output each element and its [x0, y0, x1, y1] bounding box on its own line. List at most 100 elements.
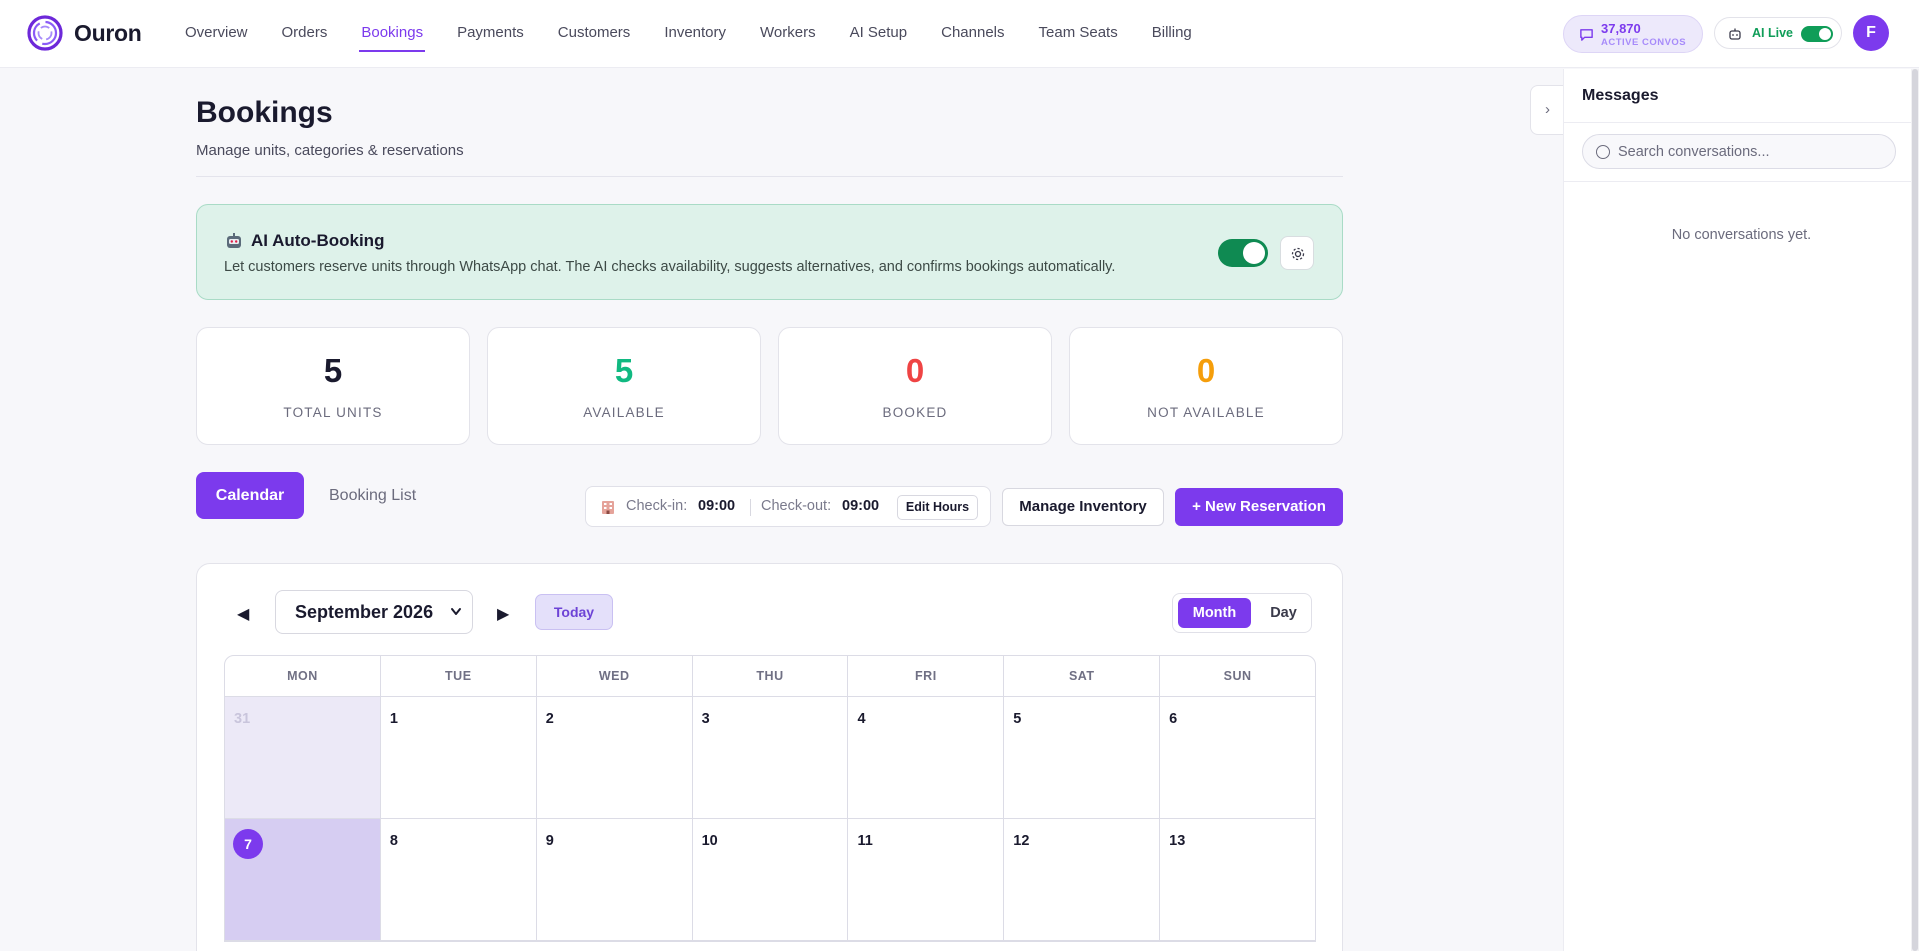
page-subtitle: Manage units, categories & reservations: [196, 142, 464, 159]
next-month-button[interactable]: ▶: [497, 604, 509, 624]
chat-bubble-icon: [1580, 29, 1593, 41]
calendar-day-outside-month[interactable]: 31: [225, 697, 381, 818]
calendar-day[interactable]: 12: [1004, 819, 1161, 940]
day-number: 6: [1169, 711, 1178, 727]
messages-title: Messages: [1582, 87, 1659, 104]
day-number: 5: [1013, 711, 1022, 727]
stat-not-available-label: NOT AVAILABLE: [1147, 405, 1265, 420]
stat-total-units-label: TOTAL UNITS: [283, 405, 383, 420]
app-name: Ouron: [74, 19, 142, 46]
ai-live-label: AI Live: [1752, 26, 1793, 40]
nav-orders[interactable]: Orders: [265, 0, 345, 68]
checkin-label: Check-in:: [626, 498, 688, 514]
new-reservation-button[interactable]: + New Reservation: [1175, 488, 1343, 526]
checkout-label: Check-out:: [761, 498, 832, 514]
active-convos-badge[interactable]: 37,870 ACTIVE CONVOS: [1563, 15, 1703, 53]
calendar-grid: MON TUE WED THU FRI SAT SUN 31 1 2 3 4 5…: [224, 655, 1316, 942]
calendar-day[interactable]: 6: [1160, 697, 1315, 818]
robot-face-icon: [227, 233, 241, 248]
calendar-day[interactable]: 5: [1004, 697, 1161, 818]
day-number: 3: [701, 711, 710, 727]
main-nav: Overview Orders Bookings Payments Custom…: [168, 0, 1209, 68]
day-number: 11: [857, 833, 873, 849]
ai-auto-booking-banner: AI Auto-Booking Let customers reserve un…: [196, 204, 1343, 300]
day-number: 4: [857, 711, 866, 727]
calendar-day[interactable]: 4: [848, 697, 1005, 818]
ouron-logo-icon: [27, 15, 63, 51]
active-convos-label: ACTIVE CONVOS: [1601, 37, 1687, 48]
nav-ai-setup[interactable]: AI Setup: [833, 0, 925, 68]
today-button[interactable]: Today: [535, 594, 613, 630]
tab-booking-list[interactable]: Booking List: [329, 472, 416, 519]
day-number: 12: [1013, 833, 1030, 849]
hotel-icon: [602, 501, 614, 514]
messages-divider: [1564, 122, 1919, 123]
ai-live-toggle[interactable]: [1801, 26, 1833, 42]
stat-total-units: 5 TOTAL UNITS: [196, 327, 470, 445]
weekday-header: MON: [225, 656, 381, 696]
calendar-day[interactable]: 1: [381, 697, 537, 818]
edit-hours-button[interactable]: Edit Hours: [897, 495, 978, 520]
app-logo[interactable]: Ouron: [26, 14, 142, 52]
checkout-value: 09:00: [842, 498, 880, 514]
page-title: Bookings: [196, 96, 333, 129]
calendar-day[interactable]: 10: [693, 819, 849, 940]
view-day-button[interactable]: Day: [1261, 598, 1306, 628]
stat-not-available: 0 NOT AVAILABLE: [1069, 327, 1343, 445]
checkin-checkout-hours: Check-in: 09:00 Check-out: 09:00 Edit Ho…: [585, 486, 991, 527]
day-number-today: 7: [233, 829, 263, 859]
stat-booked-label: BOOKED: [882, 405, 948, 420]
nav-channels[interactable]: Channels: [924, 0, 1021, 68]
calendar-day[interactable]: 9: [537, 819, 693, 940]
nav-customers[interactable]: Customers: [541, 0, 648, 68]
manage-inventory-button[interactable]: Manage Inventory: [1002, 488, 1164, 526]
calendar-day[interactable]: 2: [537, 697, 693, 818]
day-number: 9: [545, 833, 554, 849]
weekday-header: SAT: [1004, 656, 1161, 696]
calendar-day-today[interactable]: 7: [225, 819, 381, 940]
month-select-value: September 2026: [295, 602, 434, 622]
day-number: 31: [234, 711, 251, 727]
conversation-search: [1582, 134, 1896, 169]
header-divider: [196, 176, 1343, 177]
nav-overview[interactable]: Overview: [168, 0, 265, 68]
calendar-day[interactable]: 11: [848, 819, 1005, 940]
stat-total-units-value: 5: [323, 352, 343, 389]
calendar-view-switch: Month Day: [1172, 593, 1312, 633]
day-number: 2: [545, 711, 554, 727]
weekday-header: FRI: [848, 656, 1005, 696]
ai-live-switch[interactable]: AI Live: [1714, 17, 1842, 49]
calendar-day[interactable]: 13: [1160, 819, 1315, 940]
messages-empty-state: No conversations yet.: [1671, 227, 1812, 243]
nav-workers[interactable]: Workers: [743, 0, 833, 68]
checkin-value: 09:00: [698, 498, 736, 514]
ai-auto-booking-toggle[interactable]: [1218, 239, 1268, 267]
tab-calendar[interactable]: Calendar: [196, 472, 304, 519]
stat-available-label: AVAILABLE: [583, 405, 665, 420]
weekday-header: TUE: [381, 656, 537, 696]
ai-auto-booking-settings-button[interactable]: [1280, 236, 1314, 270]
weekday-header: WED: [537, 656, 693, 696]
nav-billing[interactable]: Billing: [1135, 0, 1209, 68]
top-navigation-bar: Ouron Overview Orders Bookings Payments …: [0, 0, 1919, 68]
stat-available: 5 AVAILABLE: [487, 327, 761, 445]
weekday-header: THU: [693, 656, 849, 696]
nav-inventory[interactable]: Inventory: [647, 0, 743, 68]
scrollbar-thumb[interactable]: [1912, 69, 1918, 951]
nav-team-seats[interactable]: Team Seats: [1022, 0, 1135, 68]
day-number: 1: [389, 711, 398, 727]
calendar-day[interactable]: 8: [381, 819, 537, 940]
active-convos-count: 37,870: [1601, 21, 1641, 36]
stat-available-value: 5: [614, 352, 634, 389]
weekday-header-row: MON TUE WED THU FRI SAT SUN: [225, 656, 1315, 697]
calendar-day[interactable]: 3: [693, 697, 849, 818]
stat-not-available-value: 0: [1196, 352, 1216, 389]
prev-month-button[interactable]: ◀: [237, 604, 249, 624]
messages-collapse-button[interactable]: ›: [1530, 85, 1564, 135]
user-avatar[interactable]: F: [1853, 15, 1889, 51]
nav-bookings[interactable]: Bookings: [344, 0, 440, 68]
view-month-button[interactable]: Month: [1178, 598, 1251, 628]
nav-payments[interactable]: Payments: [440, 0, 541, 68]
conversation-search-input[interactable]: [1618, 135, 1888, 168]
month-select[interactable]: September 2026: [275, 590, 473, 634]
